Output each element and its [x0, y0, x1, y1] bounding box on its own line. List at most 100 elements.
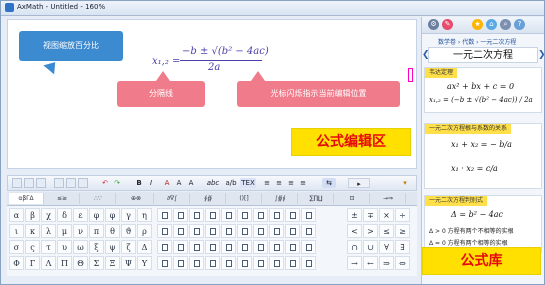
template-stack-button[interactable]: [237, 256, 252, 270]
template-superscript-button[interactable]: [189, 208, 204, 222]
library-card-root-coefficient[interactable]: 一元二次方程根与系数的关系 x₁ + x₂ = − b/a x₁ · x₂ = …: [424, 123, 542, 189]
symbol-button[interactable]: α: [9, 208, 24, 222]
template-matrix-button[interactable]: [253, 208, 268, 222]
breadcrumb[interactable]: 数学卷 › 代数 › 一元二次方程: [438, 37, 516, 46]
redo-icon[interactable]: ↷: [112, 178, 122, 188]
fraction-mode-button[interactable]: a/b: [224, 178, 238, 188]
template-subscript-button[interactable]: [205, 208, 220, 222]
symbol-button[interactable]: Φ: [9, 256, 24, 270]
template-cube-root-button[interactable]: [157, 240, 172, 254]
template-limit-button[interactable]: [189, 224, 204, 238]
font-color-button[interactable]: A: [162, 178, 172, 188]
new-icon[interactable]: [12, 178, 22, 188]
template-derivative-button[interactable]: [173, 224, 188, 238]
tab-brackets[interactable]: ()[]: [227, 193, 262, 204]
symbol-button[interactable]: ⇒: [379, 256, 394, 270]
symbol-button[interactable]: ξ: [89, 240, 104, 254]
symbol-button[interactable]: Ψ: [121, 256, 136, 270]
symbol-button[interactable]: θ: [105, 224, 120, 238]
symbol-button[interactable]: λ: [41, 224, 56, 238]
symbol-button[interactable]: ∓: [363, 208, 378, 222]
align-left-button[interactable]: ≡: [262, 178, 272, 188]
template-exp-button[interactable]: [205, 256, 220, 270]
symbol-button[interactable]: Σ: [89, 256, 104, 270]
symbol-button[interactable]: ⇔: [395, 256, 410, 270]
template-hat-button[interactable]: [301, 224, 316, 238]
symbol-button[interactable]: γ: [121, 208, 136, 222]
symbol-button[interactable]: ζ: [121, 240, 136, 254]
font-size-down-button[interactable]: A: [186, 178, 196, 188]
save-icon[interactable]: [36, 178, 46, 188]
paste-icon[interactable]: [78, 178, 88, 188]
symbol-button[interactable]: Π: [57, 256, 72, 270]
symbol-button[interactable]: χ: [41, 208, 56, 222]
symbol-button[interactable]: ν: [73, 224, 88, 238]
symbol-button[interactable]: ς: [25, 240, 40, 254]
template-root-button[interactable]: [157, 256, 172, 270]
template-abs-button[interactable]: [269, 256, 284, 270]
chevron-right-icon[interactable]: ❯: [538, 50, 544, 60]
template-sum-button[interactable]: [237, 208, 252, 222]
template-sqrt-button[interactable]: [157, 208, 172, 222]
symbol-button[interactable]: υ: [57, 240, 72, 254]
align-center-button[interactable]: ≡: [274, 178, 284, 188]
tab-calculus[interactable]: ∂∇∫: [155, 193, 190, 204]
convert-button[interactable]: ⇆: [322, 178, 336, 188]
symbol-button[interactable]: μ: [57, 224, 72, 238]
tab-operators[interactable]: ⊕⊗: [119, 193, 154, 204]
symbol-button[interactable]: κ: [25, 224, 40, 238]
symbol-button[interactable]: η: [137, 208, 152, 222]
template-integral-button[interactable]: [221, 208, 236, 222]
copy-icon[interactable]: [66, 178, 76, 188]
symbol-button[interactable]: β: [25, 208, 40, 222]
symbol-button[interactable]: ρ: [137, 224, 152, 238]
tab-logic[interactable]: ∴∵: [81, 193, 116, 204]
tab-sums[interactable]: ∑∏∐: [299, 193, 334, 204]
cut-icon[interactable]: [54, 178, 64, 188]
symbol-button[interactable]: Λ: [41, 256, 56, 270]
more-button[interactable]: ▾: [398, 178, 412, 188]
font-size-up-button[interactable]: A: [174, 178, 184, 188]
template-overbar-button[interactable]: [285, 208, 300, 222]
tex-button[interactable]: TEX: [240, 178, 256, 188]
symbol-button[interactable]: Δ: [137, 240, 152, 254]
template-brace-button[interactable]: [269, 224, 284, 238]
template-script-button[interactable]: [189, 256, 204, 270]
library-card-vieta[interactable]: 韦达定理 ax² + bx + c = 0 x₁,₂ = (−b ± √(b² …: [424, 67, 542, 113]
template-log-button[interactable]: [205, 224, 220, 238]
tab-contours[interactable]: ∮∯: [191, 193, 226, 204]
symbol-button[interactable]: φ: [105, 208, 120, 222]
template-arrow-button[interactable]: [253, 224, 268, 238]
template-product-button[interactable]: [253, 240, 268, 254]
template-lim-button[interactable]: [189, 240, 204, 254]
help-icon[interactable]: ?: [514, 19, 525, 30]
symbol-button[interactable]: τ: [41, 240, 56, 254]
tab-relations[interactable]: ≤≥: [45, 193, 80, 204]
symbol-button[interactable]: ≤: [379, 224, 394, 238]
symbol-button[interactable]: Θ: [73, 256, 88, 270]
align-right-button[interactable]: ≡: [286, 178, 296, 188]
tab-arrows[interactable]: →⇒: [371, 193, 406, 204]
tab-greek[interactable]: αβΓΔ: [9, 193, 44, 204]
symbol-button[interactable]: Γ: [25, 256, 40, 270]
library-card-discriminant[interactable]: 一元二次方程判别式 Δ = b² − 4ac Δ > 0 方程有两个不相等的实根…: [424, 195, 542, 253]
symbol-button[interactable]: φ: [89, 208, 104, 222]
template-min-button[interactable]: [237, 240, 252, 254]
template-prime-button[interactable]: [285, 256, 300, 270]
open-icon[interactable]: [24, 178, 34, 188]
star-icon[interactable]: ★: [472, 19, 483, 30]
symbol-button[interactable]: ψ: [105, 240, 120, 254]
home-icon[interactable]: ⌂: [486, 19, 497, 30]
search-icon[interactable]: ⌕: [500, 19, 511, 30]
symbol-button[interactable]: ∃: [395, 240, 410, 254]
matrix-button[interactable]: ▸: [348, 178, 370, 188]
symbol-button[interactable]: ϑ: [121, 224, 136, 238]
symbol-button[interactable]: π: [89, 224, 104, 238]
symbol-button[interactable]: ±: [347, 208, 362, 222]
template-tilde-button[interactable]: [285, 240, 300, 254]
tab-templates[interactable]: ⊡: [335, 193, 370, 204]
template-ln-button[interactable]: [205, 240, 220, 254]
justify-button[interactable]: ≡: [298, 178, 308, 188]
symbol-button[interactable]: ×: [379, 208, 394, 222]
template-union-button[interactable]: [253, 256, 268, 270]
